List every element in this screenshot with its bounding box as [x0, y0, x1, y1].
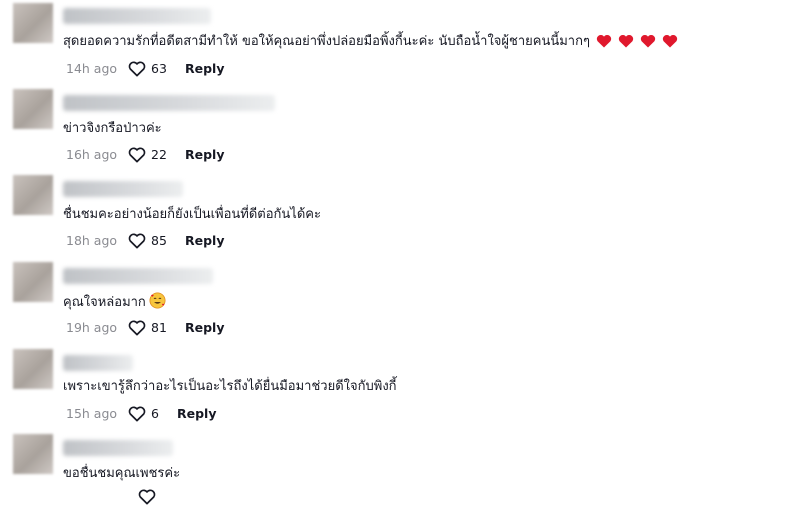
like-count: 22: [151, 147, 167, 162]
username-blurred[interactable]: [63, 8, 211, 24]
username-blurred[interactable]: [63, 181, 183, 197]
comment-time: 14h ago: [66, 61, 118, 76]
username-blurred[interactable]: [63, 268, 213, 284]
like-button[interactable]: 85: [128, 233, 181, 249]
avatar[interactable]: [13, 262, 53, 302]
avatar[interactable]: [13, 3, 53, 43]
username-blurred[interactable]: [63, 440, 173, 456]
heart-outline-icon: [128, 147, 146, 163]
heart-outline-icon: [128, 320, 146, 336]
comment-text-body: คุณใจหล่อมาก: [63, 295, 146, 310]
heart-emoji-icon: [618, 34, 634, 48]
comment-time: 19h ago: [66, 320, 118, 335]
comment-text: ข่าวจิงกรือป่าวค่ะ: [63, 120, 162, 138]
reply-button[interactable]: Reply: [185, 147, 224, 163]
comment-meta: 19h ago 81 Reply: [66, 320, 224, 336]
heart-outline-icon: [128, 406, 146, 422]
comment-text-body: เพราะเขารู้ลึกว่าอะไรเป็นอะไรถึงได้ยื่นม…: [63, 379, 397, 394]
smiling-face-with-hearts-emoji-icon: [149, 292, 166, 309]
like-count: 81: [151, 320, 167, 335]
comment-text-body: ขอชื่นชมคุณเพชรค่ะ: [63, 466, 181, 481]
comment-text: ขอชื่นชมคุณเพชรค่ะ: [63, 465, 180, 483]
like-count: 63: [151, 61, 167, 76]
like-count: 85: [151, 233, 167, 248]
comment-time: 18h ago: [66, 233, 118, 248]
comment-text-body: ข่าวจิงกรือป่าวค่ะ: [63, 121, 162, 136]
like-count: 6: [151, 406, 159, 421]
avatar[interactable]: [13, 434, 53, 474]
reply-button[interactable]: Reply: [177, 406, 216, 422]
comment-text: ชื่นชมคะอย่างน้อยก็ยังเป็นเพื่อนที่ดีต่อ…: [63, 206, 321, 224]
comment-text: สุดยอดความรักที่อดีตสามีทำให้ ขอให้คุณอย…: [63, 33, 678, 51]
comment-time: 16h ago: [66, 147, 118, 162]
reply-button[interactable]: Reply: [185, 233, 224, 249]
reply-button[interactable]: Reply: [185, 61, 224, 77]
avatar[interactable]: [13, 89, 53, 129]
username-blurred[interactable]: [63, 95, 275, 111]
comment-meta: 15h ago 6 Reply: [66, 406, 216, 422]
comment-meta: 18h ago 85 Reply: [66, 233, 224, 249]
like-button[interactable]: 81: [128, 320, 181, 336]
heart-emoji-icon: [640, 34, 656, 48]
like-button[interactable]: 63: [128, 61, 181, 77]
heart-outline-icon: [128, 233, 146, 249]
reply-button[interactable]: Reply: [185, 320, 224, 336]
comment-text-body: ชื่นชมคะอย่างน้อยก็ยังเป็นเพื่อนที่ดีต่อ…: [63, 207, 321, 222]
heart-emoji-icon: [596, 34, 612, 48]
heart-outline-icon[interactable]: [138, 489, 156, 505]
avatar[interactable]: [13, 349, 53, 389]
username-blurred[interactable]: [63, 355, 133, 371]
comment-text-body: สุดยอดความรักที่อดีตสามีทำให้ ขอให้คุณอย…: [63, 34, 590, 49]
like-button[interactable]: 6: [128, 406, 173, 422]
heart-emoji-group: [596, 34, 678, 48]
heart-outline-icon: [128, 61, 146, 77]
like-button[interactable]: 22: [128, 147, 181, 163]
comment-text: เพราะเขารู้ลึกว่าอะไรเป็นอะไรถึงได้ยื่นม…: [63, 378, 397, 396]
heart-emoji-icon: [662, 34, 678, 48]
comment-time: 15h ago: [66, 406, 118, 421]
avatar[interactable]: [13, 175, 53, 215]
comment-meta: 14h ago 63 Reply: [66, 61, 224, 77]
comment-text: คุณใจหล่อมาก: [63, 292, 166, 312]
comment-meta: 16h ago 22 Reply: [66, 147, 224, 163]
